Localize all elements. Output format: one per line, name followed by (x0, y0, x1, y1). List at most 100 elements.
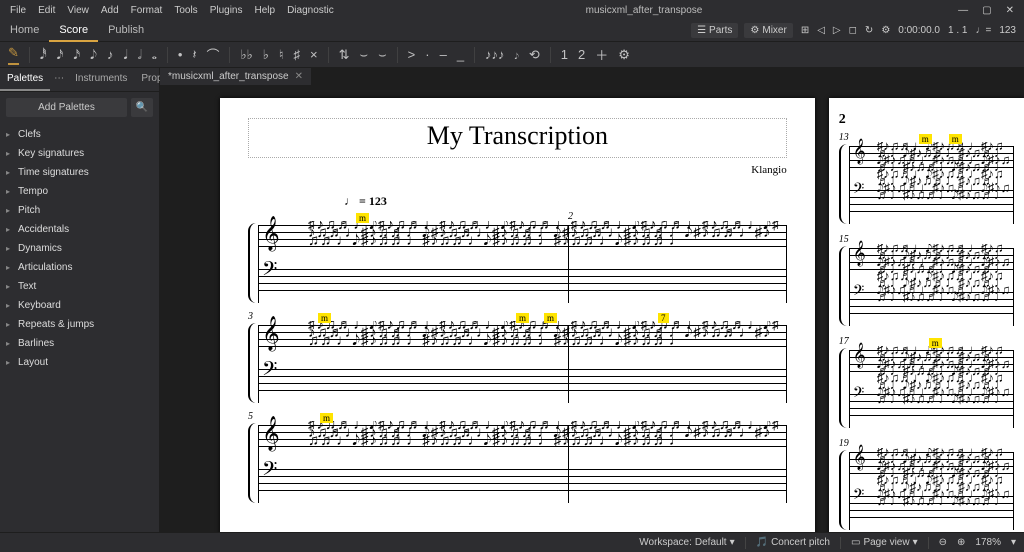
double-flat-icon[interactable]: ♭♭ (240, 47, 252, 63)
menu-view[interactable]: View (61, 2, 95, 19)
maximize-icon[interactable]: ▢ (982, 5, 991, 16)
portato-icon[interactable]: _ (457, 47, 464, 62)
palette-repeats-jumps[interactable]: Repeats & jumps (0, 315, 159, 334)
music-notes[interactable]: ♯♪♫♬♩𝅘𝅥𝅮♯♪♫♬♩♯♪♫♬♩𝅘𝅥𝅮♯♪♫♬♩♯♪♫♬♩𝅘𝅥𝅮♯♪♫♬♩♯… (877, 346, 1012, 426)
palette-pitch[interactable]: Pitch (0, 201, 159, 220)
double-sharp-icon[interactable]: × (310, 47, 318, 62)
zoom-in-icon[interactable]: ⊕ (957, 537, 965, 548)
score-page-2[interactable]: 2 13 𝄞 𝄢 ♯♪♫♬♩𝅘𝅥𝅮♯♪♫♬♩♯♪♫♬♩𝅘𝅥𝅮♯♪♫♬♩♯♪♫♬♩… (829, 98, 1024, 532)
rewind-icon[interactable]: ◁ (817, 25, 825, 36)
flip-direction-icon[interactable]: ⇅ (339, 47, 350, 63)
parts-button[interactable]: ☰ Parts (691, 23, 738, 38)
palette-barlines[interactable]: Barlines (0, 334, 159, 353)
duration-whole-icon[interactable]: 𝅝 (152, 47, 157, 63)
accent-icon[interactable]: > (408, 47, 416, 62)
concert-pitch-button[interactable]: 🎵 Concert pitch (756, 537, 830, 548)
zoom-value[interactable]: 178% (975, 537, 1001, 548)
panel-tab-more-icon[interactable]: ⋯ (50, 68, 68, 91)
score-page-1[interactable]: My Transcription Klangio ♩ = 123 𝄞 𝄢 ♯♪♫… (220, 98, 815, 532)
grace-note-icon[interactable]: 𝆕 (515, 47, 519, 63)
palette-tempo[interactable]: Tempo (0, 182, 159, 201)
dot-icon[interactable]: • (178, 47, 183, 62)
loop-icon[interactable]: ↻ (865, 25, 873, 36)
duration-half-icon[interactable]: 𝅗𝅥 (138, 47, 142, 63)
zoom-out-icon[interactable]: ⊖ (939, 537, 947, 548)
palette-keyboard[interactable]: Keyboard (0, 296, 159, 315)
tie-icon[interactable]: ⌒ (206, 45, 219, 64)
highlight-annotation[interactable]: m (949, 134, 962, 144)
tab-publish[interactable]: Publish (98, 20, 154, 42)
palette-accidentals[interactable]: Accidentals (0, 220, 159, 239)
page-view-selector[interactable]: ▭ Page view ▾ (851, 537, 918, 548)
marcato-icon[interactable]: ⌣ (378, 47, 387, 63)
stop-icon[interactable]: ◻ (849, 25, 857, 36)
flat-icon[interactable]: ♭ (263, 47, 269, 63)
grand-staff-system[interactable]: 𝄞 𝄢 ♯♪♫♬♩𝅘𝅥𝅮♯♪♫♬♩♯♪♫♬♩𝅘𝅥𝅮♯♪♫♬♩♯♪♫♬♩𝅘𝅥𝅮♯♪… (248, 319, 787, 409)
music-notes[interactable]: ♯♪♫♬♩𝅘𝅥𝅮♯♪♫♬♩♯♪♫♬♩𝅘𝅥𝅮♯♪♫♬♩♯♪♫♬♩𝅘𝅥𝅮♯♪♫♬♩♯… (308, 221, 783, 301)
palette-key-signatures[interactable]: Key signatures (0, 144, 159, 163)
document-tab-close-icon[interactable]: ✕ (295, 71, 303, 82)
duration-8th2-icon[interactable]: ♪ (107, 47, 114, 62)
grand-staff-system[interactable]: 𝄞 𝄢 ♯♪♫♬♩𝅘𝅥𝅮♯♪♫♬♩♯♪♫♬♩𝅘𝅥𝅮♯♪♫♬♩♯♪♫♬♩𝅘𝅥𝅮♯♪… (248, 419, 787, 509)
palette-dynamics[interactable]: Dynamics (0, 239, 159, 258)
music-notes[interactable]: ♯♪♫♬♩𝅘𝅥𝅮♯♪♫♬♩♯♪♫♬♩𝅘𝅥𝅮♯♪♫♬♩♯♪♫♬♩𝅘𝅥𝅮♯♪♫♬♩♯… (308, 321, 783, 401)
grand-staff-system[interactable]: 13 𝄞 𝄢 ♯♪♫♬♩𝅘𝅥𝅮♯♪♫♬♩♯♪♫♬♩𝅘𝅥𝅮♯♪♫♬♩♯♪♫♬♩𝅘𝅥… (839, 140, 1014, 230)
highlight-annotation[interactable]: m (929, 338, 942, 348)
workspace-selector[interactable]: Workspace: Default ▾ (639, 537, 734, 548)
voice-2-button[interactable]: 2 (578, 47, 585, 62)
score-viewport[interactable]: *musicxml_after_transpose ✕ My Transcrip… (160, 68, 1024, 532)
highlight-annotation[interactable]: 7 (658, 313, 669, 323)
highlight-annotation[interactable]: m (544, 313, 557, 323)
minimize-icon[interactable]: — (958, 5, 968, 16)
document-tab[interactable]: *musicxml_after_transpose ✕ (160, 68, 312, 85)
menu-plugins[interactable]: Plugins (204, 2, 249, 19)
palette-clefs[interactable]: Clefs (0, 125, 159, 144)
playback-tempo[interactable]: 123 (999, 25, 1016, 36)
repeat-icon[interactable]: ⟲ (529, 47, 540, 63)
palette-text[interactable]: Text (0, 277, 159, 296)
duration-32nd-icon[interactable]: 𝅘𝅥𝅯 (57, 47, 64, 63)
note-input-mode-icon[interactable]: ✎ (8, 45, 19, 65)
highlight-annotation[interactable]: m (919, 134, 932, 144)
voice-1-button[interactable]: 1 (561, 47, 568, 62)
menu-diagnostic[interactable]: Diagnostic (281, 2, 340, 19)
menu-file[interactable]: File (4, 2, 32, 19)
menu-edit[interactable]: Edit (32, 2, 61, 19)
chevron-down-icon[interactable]: ▾ (1011, 537, 1016, 548)
slur-icon[interactable]: ⌣ (360, 47, 369, 63)
menu-add[interactable]: Add (95, 2, 125, 19)
mixer-button[interactable]: ⚙ Mixer (744, 23, 792, 38)
palette-layout[interactable]: Layout (0, 353, 159, 372)
music-notes[interactable]: ♯♪♫♬♩𝅘𝅥𝅮♯♪♫♬♩♯♪♫♬♩𝅘𝅥𝅮♯♪♫♬♩♯♪♫♬♩𝅘𝅥𝅮♯♪♫♬♩♯… (877, 142, 1012, 222)
duration-16th-icon[interactable]: 𝅘𝅥𝅯 (73, 47, 80, 63)
highlight-annotation[interactable]: m (516, 313, 529, 323)
duration-8th-icon[interactable]: 𝅘𝅥𝅮 (90, 47, 97, 63)
menu-format[interactable]: Format (125, 2, 169, 19)
grand-staff-system[interactable]: 17 𝄞 𝄢 ♯♪♫♬♩𝅘𝅥𝅮♯♪♫♬♩♯♪♫♬♩𝅘𝅥𝅮♯♪♫♬♩♯♪♫♬♩𝅘𝅥… (839, 344, 1014, 434)
sharp-icon[interactable]: ♯ (294, 47, 301, 62)
highlight-annotation[interactable]: m (320, 413, 333, 423)
palette-articulations[interactable]: Articulations (0, 258, 159, 277)
natural-icon[interactable]: ♮ (279, 47, 284, 63)
grand-staff-system[interactable]: 𝄞 𝄢 ♯♪♫♬♩𝅘𝅥𝅮♯♪♫♬♩♯♪♫♬♩𝅘𝅥𝅮♯♪♫♬♩♯♪♫♬♩𝅘𝅥𝅮♯♪… (248, 219, 787, 309)
tenuto-icon[interactable]: – (440, 47, 447, 62)
tuplet-icon[interactable]: ♪♪♪ (485, 47, 505, 62)
music-notes[interactable]: ♯♪♫♬♩𝅘𝅥𝅮♯♪♫♬♩♯♪♫♬♩𝅘𝅥𝅮♯♪♫♬♩♯♪♫♬♩𝅘𝅥𝅮♯♪♫♬♩♯… (877, 244, 1012, 324)
add-tool-icon[interactable]: ＋ (595, 45, 608, 64)
playback-layout-icon[interactable]: ⊞ (801, 25, 809, 36)
duration-64th-icon[interactable]: 𝅘𝅥𝅰 (40, 47, 47, 63)
palette-time-signatures[interactable]: Time signatures (0, 163, 159, 182)
grand-staff-system[interactable]: 19 𝄞 𝄢 ♯♪♫♬♩𝅘𝅥𝅮♯♪♫♬♩♯♪♫♬♩𝅘𝅥𝅮♯♪♫♬♩♯♪♫♬♩𝅘𝅥… (839, 446, 1014, 532)
grand-staff-system[interactable]: 15 𝄞 𝄢 ♯♪♫♬♩𝅘𝅥𝅮♯♪♫♬♩♯♪♫♬♩𝅘𝅥𝅮♯♪♫♬♩♯♪♫♬♩𝅘𝅥… (839, 242, 1014, 332)
music-notes[interactable]: ♯♪♫♬♩𝅘𝅥𝅮♯♪♫♬♩♯♪♫♬♩𝅘𝅥𝅮♯♪♫♬♩♯♪♫♬♩𝅘𝅥𝅮♯♪♫♬♩♯… (308, 421, 783, 501)
staccato-icon[interactable]: · (425, 47, 429, 62)
close-icon[interactable]: ✕ (1006, 5, 1014, 16)
toolbar-settings-icon[interactable]: ⚙ (618, 47, 630, 63)
menu-help[interactable]: Help (249, 2, 282, 19)
score-composer[interactable]: Klangio (751, 164, 786, 176)
panel-tab-palettes[interactable]: Palettes (0, 68, 50, 91)
tab-score[interactable]: Score (49, 20, 98, 42)
playback-settings-icon[interactable]: ⚙ (881, 25, 890, 36)
score-title[interactable]: My Transcription (248, 118, 787, 158)
duration-quarter-icon[interactable]: 𝅘𝅥 (123, 47, 127, 63)
